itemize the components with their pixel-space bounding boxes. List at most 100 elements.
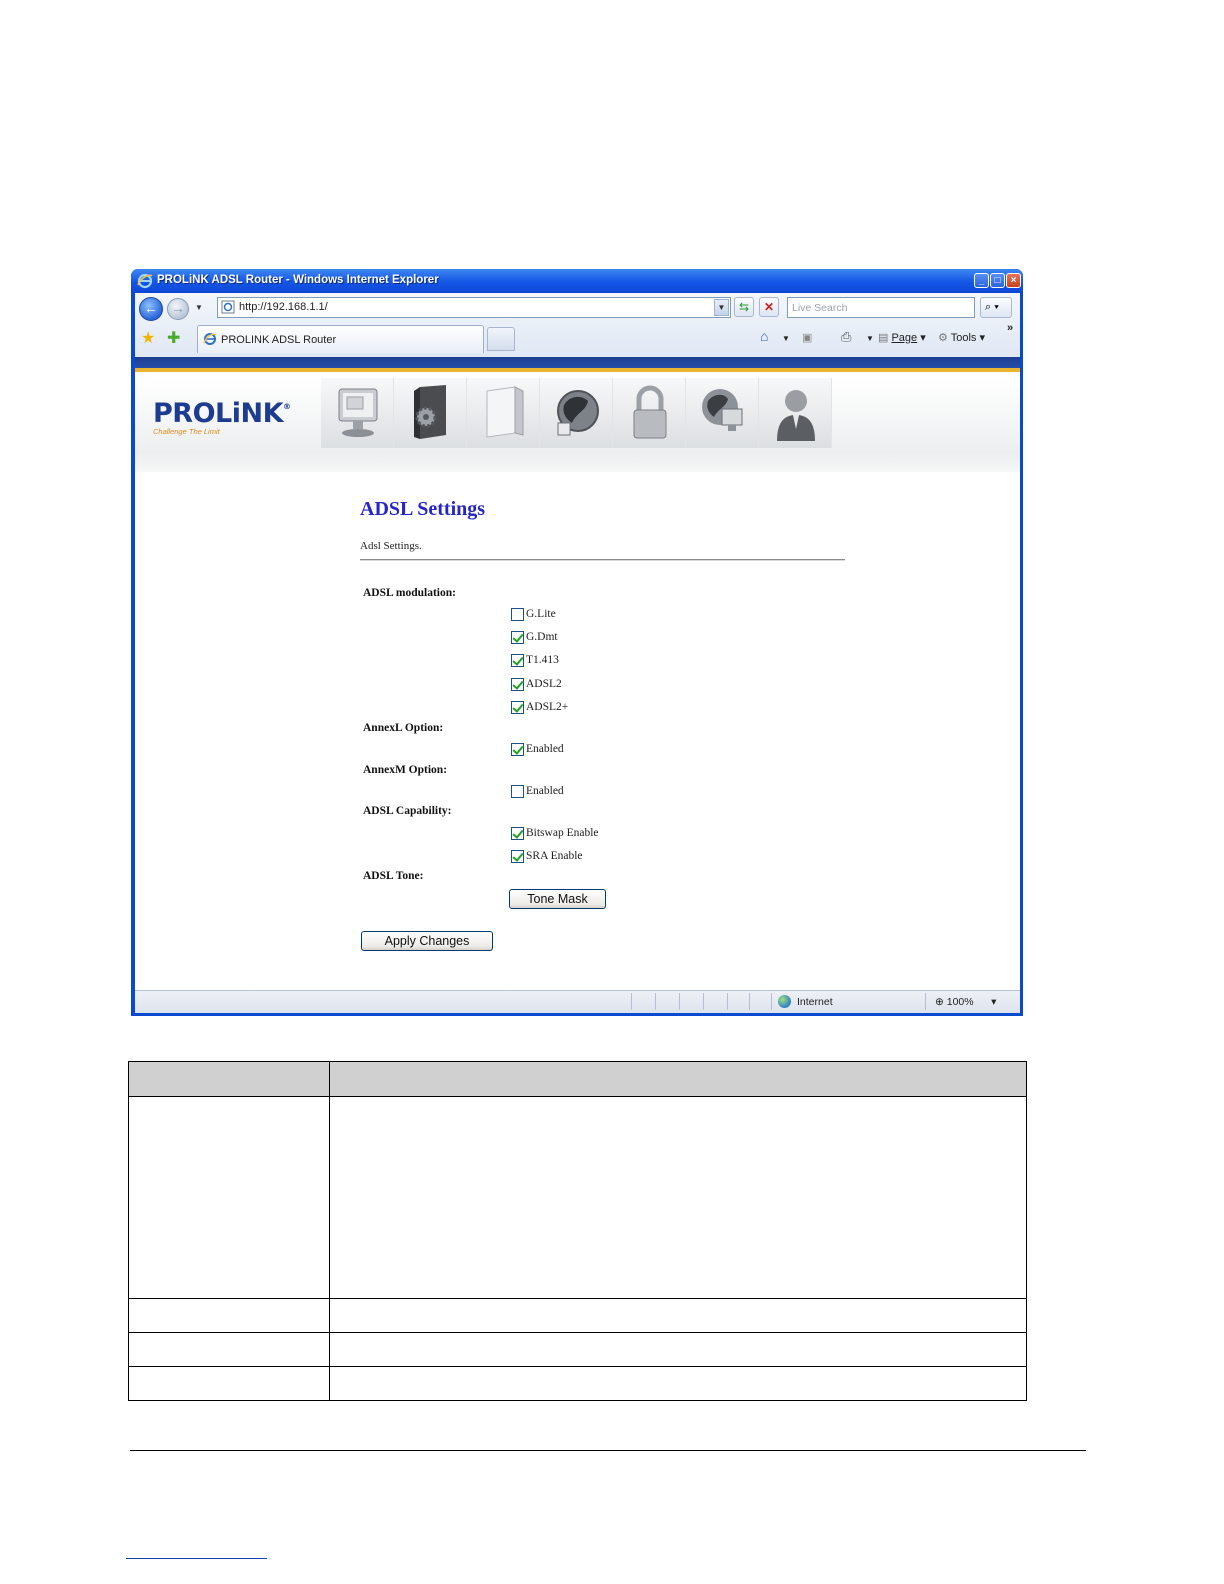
bitswap-checkbox[interactable] xyxy=(511,827,524,840)
apply-changes-button[interactable]: Apply Changes xyxy=(361,931,493,951)
zoom-control[interactable]: ⊕ 100% ▾ xyxy=(935,996,996,1008)
status-divider xyxy=(727,993,728,1010)
nav-security[interactable] xyxy=(613,378,686,448)
zoom-level: 100% xyxy=(946,996,974,1008)
close-icon: × xyxy=(1010,275,1017,286)
chevron-more-icon[interactable]: » xyxy=(1007,322,1013,334)
table-row xyxy=(128,1096,1027,1299)
page-icon xyxy=(221,300,235,314)
address-bar[interactable]: http://192.168.1.1/ ▼ xyxy=(217,297,731,318)
table-cell xyxy=(329,1298,1027,1333)
divider xyxy=(360,559,845,561)
back-button[interactable]: ← xyxy=(139,297,163,321)
tools-gear-icon: ⚙ xyxy=(938,332,948,344)
status-divider xyxy=(631,993,632,1010)
nav-setup[interactable] xyxy=(394,378,467,448)
stop-button[interactable]: ✕ xyxy=(759,297,779,317)
tools-menu[interactable]: ⚙ Tools ▾ xyxy=(938,331,985,344)
page-menu[interactable]: ▤ Page ▾ xyxy=(878,331,926,344)
minimize-icon: _ xyxy=(978,275,985,286)
table-header-row xyxy=(128,1061,1027,1097)
maximize-button[interactable]: □ xyxy=(990,273,1005,288)
tab-prolink-router[interactable]: PROLINK ADSL Router xyxy=(197,325,484,353)
page-menu-label: Page xyxy=(891,332,918,344)
brand-name: PROLiNK® xyxy=(153,398,291,429)
forward-button[interactable]: → xyxy=(167,298,189,320)
user-icon xyxy=(777,390,815,441)
sra-checkbox[interactable] xyxy=(511,850,524,863)
adsl2plus-checkbox[interactable] xyxy=(511,701,524,714)
browser-window: PROLiNK ADSL Router - Windows Internet E… xyxy=(131,269,1023,1016)
status-bar: Internet ⊕ 100% ▾ xyxy=(135,990,1020,1013)
page-icon-small: ▤ xyxy=(878,332,889,344)
browser-toolbar: ← → ▼ http://192.168.1.1/ ▼ ⇆ ✕ Live Sea… xyxy=(135,293,1020,372)
nav-status[interactable] xyxy=(321,378,394,448)
recent-pages-dropdown-icon[interactable]: ▼ xyxy=(195,303,203,312)
device-icon xyxy=(486,386,524,438)
table-row xyxy=(128,1298,1027,1333)
router-header: PROLiNK® Challenge The Limit xyxy=(135,378,1020,472)
table-row xyxy=(128,1366,1027,1401)
minimize-button[interactable]: _ xyxy=(974,273,989,288)
network-globe-icon xyxy=(557,390,599,436)
page-subtitle: Adsl Settings. xyxy=(360,540,422,552)
nav-device[interactable] xyxy=(467,378,540,448)
adsl2-checkbox[interactable] xyxy=(511,678,524,691)
table-cell xyxy=(128,1332,330,1367)
status-divider xyxy=(655,993,656,1010)
table-cell xyxy=(128,1366,330,1401)
modulation-label: ADSL modulation: xyxy=(363,587,456,599)
gdmt-checkbox[interactable] xyxy=(511,631,524,644)
security-zone: Internet xyxy=(797,996,833,1008)
bitswap-label: Bitswap Enable xyxy=(526,827,599,839)
router-top-band xyxy=(135,357,1020,368)
tone-mask-button[interactable]: Tone Mask xyxy=(509,889,606,909)
browser-client: ← → ▼ http://192.168.1.1/ ▼ ⇆ ✕ Live Sea… xyxy=(135,293,1020,1013)
table-cell xyxy=(329,1096,1027,1299)
annexm-checkbox[interactable] xyxy=(511,785,524,798)
sra-label: SRA Enable xyxy=(526,850,583,862)
status-divider xyxy=(925,993,926,1010)
add-favorites-icon[interactable]: ✚ xyxy=(167,328,180,348)
capability-label: ADSL Capability: xyxy=(363,805,452,817)
internet-globe-icon xyxy=(702,389,743,431)
annexl-checkbox[interactable] xyxy=(511,743,524,756)
glite-checkbox[interactable] xyxy=(511,608,524,621)
status-divider xyxy=(771,993,772,1010)
home-dropdown-icon[interactable]: ▼ xyxy=(782,334,790,343)
table-cell xyxy=(128,1096,330,1299)
nav-network[interactable] xyxy=(540,378,613,448)
maximize-icon: □ xyxy=(994,275,1001,286)
footer-link-underline xyxy=(126,1558,267,1559)
annexl-enabled-label: Enabled xyxy=(526,743,564,755)
favorites-star-icon[interactable]: ★ xyxy=(141,328,155,348)
t1413-checkbox[interactable] xyxy=(511,654,524,667)
nav-user[interactable] xyxy=(759,378,832,448)
t1413-label: T1.413 xyxy=(526,654,559,666)
print-dropdown-icon[interactable]: ▼ xyxy=(866,334,874,343)
close-button[interactable]: × xyxy=(1006,273,1021,288)
footer-rule xyxy=(130,1450,1086,1451)
new-tab-button[interactable] xyxy=(487,327,515,351)
table-cell xyxy=(329,1366,1027,1401)
address-text[interactable]: http://192.168.1.1/ xyxy=(239,301,328,313)
home-icon[interactable]: ⌂ xyxy=(760,328,768,344)
router-nav xyxy=(321,378,832,448)
prolink-logo: PROLiNK® Challenge The Limit xyxy=(153,398,291,436)
security-lock-icon xyxy=(633,385,667,439)
print-icon[interactable]: ⎙ xyxy=(841,329,851,345)
internet-zone-icon xyxy=(778,995,791,1008)
adsl2-label: ADSL2 xyxy=(526,678,562,690)
address-dropdown-icon[interactable]: ▼ xyxy=(714,299,729,316)
table-header-cell xyxy=(128,1061,330,1097)
window-title: PROLiNK ADSL Router - Windows Internet E… xyxy=(157,274,439,286)
nav-internet[interactable] xyxy=(686,378,759,448)
search-button[interactable]: ⌕ ▾ xyxy=(980,297,1012,318)
search-input[interactable]: Live Search xyxy=(787,297,975,318)
annexm-enabled-label: Enabled xyxy=(526,785,564,797)
table-cell xyxy=(329,1332,1027,1367)
refresh-button[interactable]: ⇆ xyxy=(734,297,754,317)
back-arrow-icon: ← xyxy=(144,300,158,316)
zoom-icon: ⊕ xyxy=(935,996,944,1008)
feeds-icon[interactable]: ▣ xyxy=(802,331,812,344)
